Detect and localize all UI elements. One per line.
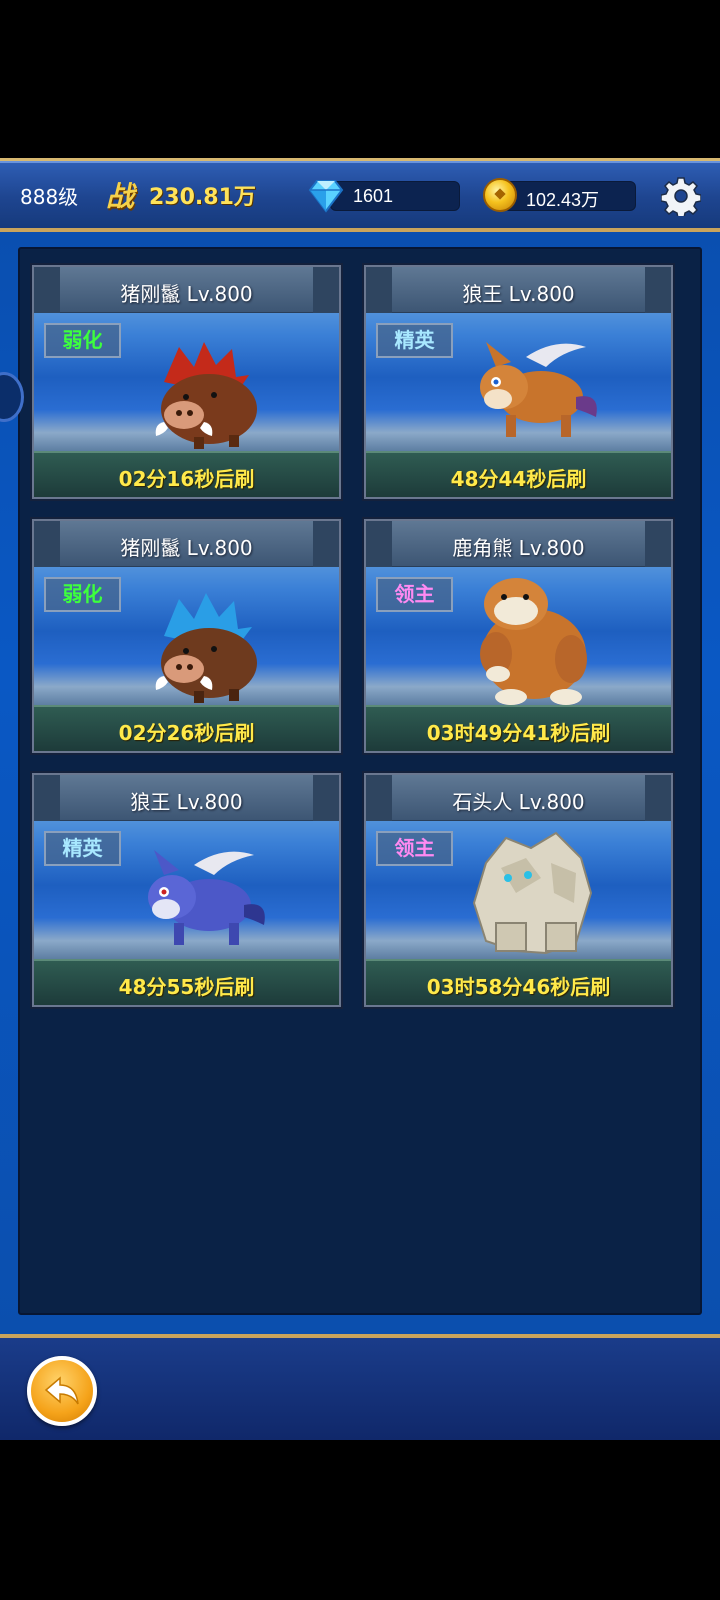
boar-icon: [155, 342, 257, 449]
monster-tag: 精英: [376, 323, 453, 358]
gold-count: 102.43万: [526, 190, 600, 210]
combat-power-value: 230.81万: [149, 185, 256, 210]
gem-count: 1601: [353, 186, 394, 206]
bottom-bar: [0, 1334, 720, 1440]
gear-icon[interactable]: [661, 176, 701, 216]
monster-name: 猪刚鬣 Lv.800: [120, 282, 253, 306]
wolf-icon: [148, 850, 265, 945]
player-level: 888级: [20, 185, 79, 209]
monster-tag: 弱化: [44, 577, 121, 612]
gold-coin-icon: [483, 178, 517, 212]
diamond-icon: [308, 180, 344, 213]
respawn-timer: 48分55秒后刷: [118, 975, 255, 999]
stone-golem-icon: [472, 831, 593, 955]
respawn-timer: 03时49分41秒后刷: [426, 721, 611, 745]
respawn-timer: 02分16秒后刷: [118, 467, 255, 491]
monster-name: 鹿角熊 Lv.800: [452, 536, 585, 560]
bear-icon: [480, 578, 587, 705]
boar-icon: [155, 593, 257, 703]
monster-card[interactable]: 鹿角熊 Lv.800 领主 03时49分41秒后刷: [364, 519, 673, 753]
combat-power-icon: 战: [106, 180, 135, 213]
monster-tag: 领主: [376, 577, 453, 612]
monster-card[interactable]: 石头人 Lv.800 领主 03时58分46秒后刷: [364, 773, 673, 1007]
monster-card[interactable]: 猪刚鬣 Lv.800 弱化 02分16秒后刷: [32, 265, 341, 499]
monster-name: 狼王 Lv.800: [130, 790, 243, 814]
monster-card[interactable]: 狼王 Lv.800 精英 48分44秒后刷: [364, 265, 673, 499]
monster-name: 猪刚鬣 Lv.800: [120, 536, 253, 560]
back-button[interactable]: [27, 1356, 97, 1426]
respawn-timer: 02分26秒后刷: [118, 721, 255, 745]
monster-tag: 精英: [44, 831, 121, 866]
back-arrow-icon: [44, 1376, 79, 1405]
gem-counter[interactable]: 1601: [330, 181, 460, 211]
respawn-timer: 03时58分46秒后刷: [426, 975, 611, 999]
respawn-timer: 48分44秒后刷: [450, 467, 587, 491]
monster-card[interactable]: 狼王 Lv.800 精英 48分55秒后刷: [32, 773, 341, 1007]
gold-counter[interactable]: 102.43万: [503, 181, 636, 211]
monster-name: 狼王 Lv.800: [462, 282, 575, 306]
monster-name: 石头人 Lv.800: [452, 790, 585, 814]
monster-tag: 弱化: [44, 323, 121, 358]
monster-card[interactable]: 猪刚鬣 Lv.800 弱化 02分26秒后刷: [32, 519, 341, 753]
monster-tag: 领主: [376, 831, 453, 866]
wolf-icon: [480, 342, 597, 437]
top-status-bar: 888级 战 230.81万 1601 102.43万: [0, 158, 720, 232]
